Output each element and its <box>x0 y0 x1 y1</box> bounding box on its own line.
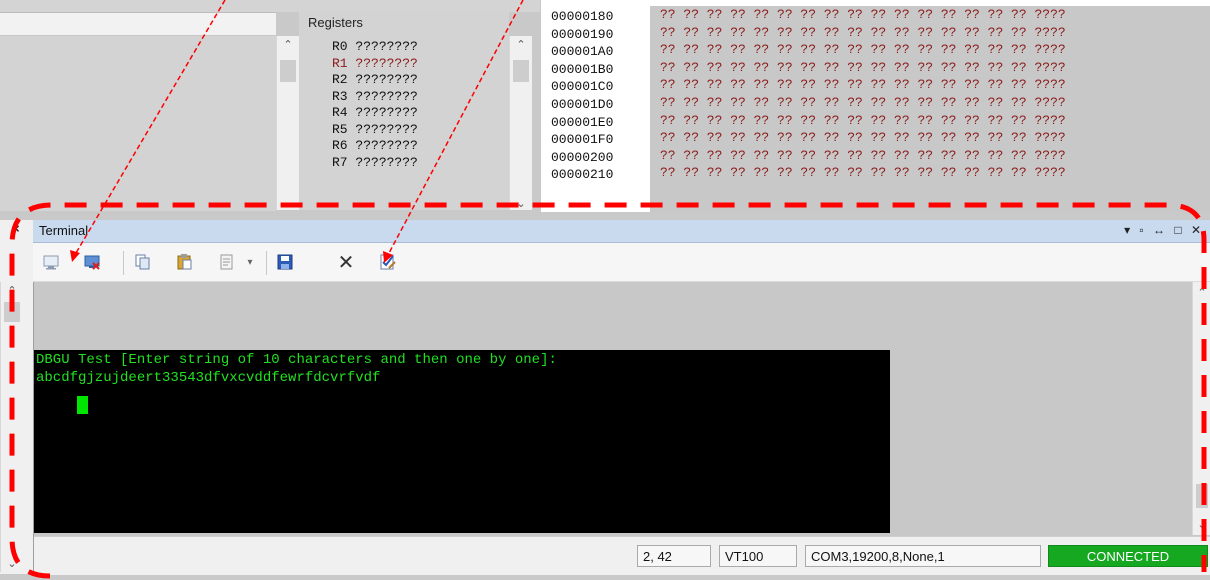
arrow-to-settings-icon <box>387 0 524 256</box>
arrow-to-connect-icon <box>75 0 226 254</box>
annotation-overlay <box>9 0 1207 579</box>
annotation-arrows <box>75 0 524 256</box>
arrow-head <box>383 251 393 263</box>
highlight-dashed-border <box>9 202 1207 579</box>
arrow-head <box>70 250 80 262</box>
arrow-heads <box>70 250 393 263</box>
